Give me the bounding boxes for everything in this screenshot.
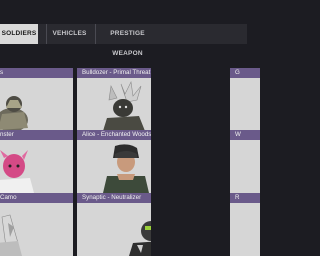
operator-name: nster [0,130,73,140]
operator-card[interactable]: G [230,68,260,131]
operator-partial-icon [230,203,260,256]
operator-name: Bulldozer - Primal Threat [77,68,151,78]
operator-camo-icon [0,214,22,256]
operator-name: R [230,193,260,203]
operator-name: s [0,68,73,78]
operator-card[interactable]: Synaptic - Neutralizer [77,193,151,256]
operator-name: W [230,130,260,140]
operator-armored-icon [0,96,28,131]
operator-card[interactable]: Alice - Enchanted Woods [77,130,151,193]
tab-soldiers[interactable]: SOLDIERS [0,24,38,44]
operator-card[interactable]: s [0,68,73,131]
operator-partial-icon [230,78,260,131]
operator-alice-icon [103,144,149,193]
operator-name: Synaptic - Neutralizer [77,193,151,203]
tab-vehicles[interactable]: VEHICLES [46,24,92,44]
category-tab-bar: SOLDIERS VEHICLES PRESTIGE WEAPON [0,24,247,57]
operator-card[interactable]: Camo [0,193,73,256]
operator-name: G [230,68,260,78]
operator-horned-beast-icon [103,81,145,131]
operator-card[interactable]: R [230,193,260,256]
operator-synaptic-icon [129,221,151,256]
operator-partial-icon [230,140,260,193]
operator-card[interactable]: W [230,130,260,193]
operator-name: Alice - Enchanted Woods [77,130,151,140]
operator-name: Camo [0,193,73,203]
operator-pink-monster-icon [0,150,34,193]
tab-prestige-weapon[interactable]: PRESTIGE WEAPON [95,24,159,57]
operator-card[interactable]: Bulldozer - Primal Threat [77,68,151,131]
operator-card[interactable]: nster [0,130,73,193]
